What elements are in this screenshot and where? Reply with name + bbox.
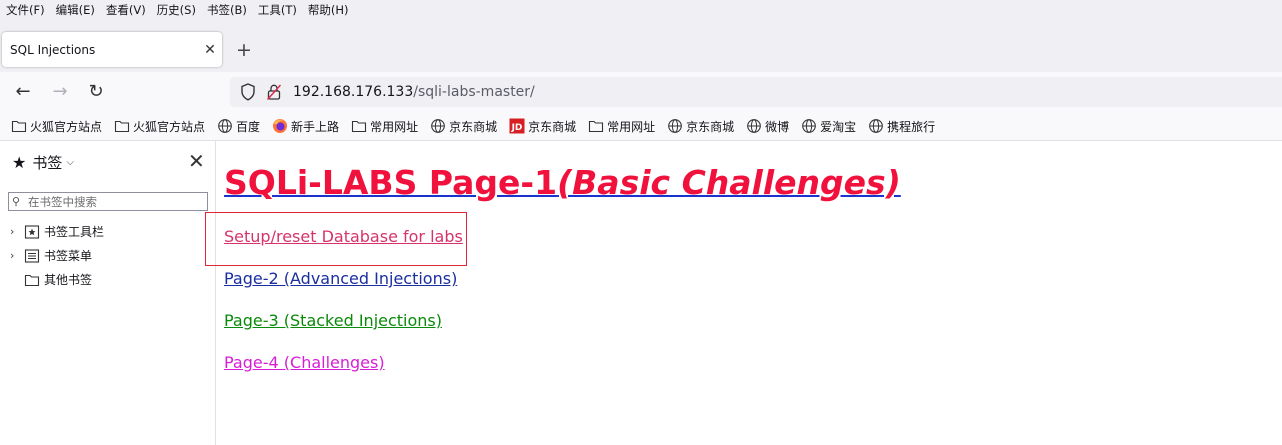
page-4-link[interactable]: Page-4 (Challenges) [224,353,385,372]
bookmark-label: 京东商城 [449,119,498,134]
firefox-icon [272,118,288,134]
bookmark-search-input[interactable]: ⚲ 在书签中搜索 [8,192,208,211]
jd-icon: JD [509,118,525,134]
chevron-down-icon: ⌵ [66,157,74,168]
bookmark-label: 常用网址 [370,119,419,134]
bookmark-menu-icon [24,248,40,264]
tab-title: SQL Injections [10,42,96,57]
heading-main: SQLi-LABS Page-1 [224,163,558,202]
menu-bookmarks[interactable]: 书签(B) [201,2,252,18]
heading-italic: (Basic Challenges) [557,163,901,202]
bookmark-label: 微博 [765,119,790,134]
bookmark-item[interactable]: 常用网址 [351,118,418,135]
bookmark-label: 火狐官方站点 [30,119,103,134]
chevron-right-icon[interactable]: › [10,249,24,262]
insecure-lock-icon[interactable] [266,83,282,101]
back-button[interactable]: ← [11,81,35,103]
shield-icon[interactable] [240,83,256,101]
bookmark-item[interactable]: JD 京东商城 [509,118,576,135]
bookmark-label: 常用网址 [607,119,656,134]
page-3-link[interactable]: Page-3 (Stacked Injections) [224,311,442,330]
bookmark-label: 百度 [236,119,261,134]
bookmark-label: 火狐官方站点 [133,119,206,134]
bookmarks-sidebar: ★ 书签 ⌵ ✕ ⚲ 在书签中搜索 › 书签工具栏 › 书签菜单 其他书签 [0,141,216,445]
forward-button[interactable]: → [48,81,72,103]
bookmark-label: 京东商城 [686,119,735,134]
sidebar-item-menu[interactable]: › 书签菜单 [10,247,92,264]
menu-bar: 文件(F) 编辑(E) 查看(V) 历史(S) 书签(B) 工具(T) 帮助(H… [0,0,1282,20]
globe-icon [667,118,683,134]
bookmark-label: 新手上路 [291,119,340,134]
globe-icon [217,118,233,134]
bookmark-item[interactable]: 携程旅行 [868,118,935,135]
bookmark-item[interactable]: 爱淘宝 [801,118,856,135]
url-host: 192.168.176.133 [293,84,414,100]
tab-strip: SQL Injections ✕ + [0,20,1282,72]
menu-history[interactable]: 历史(S) [151,2,201,18]
close-sidebar-icon[interactable]: ✕ [188,149,205,173]
navigation-bar: ← → ↻ 192.168.176.133/sqli-labs-master/ [0,72,1282,112]
folder-icon [114,118,130,134]
bookmark-item[interactable]: 火狐官方站点 [114,118,205,135]
bookmark-item[interactable]: 京东商城 [667,118,734,135]
globe-icon [868,118,884,134]
bookmark-item[interactable]: 常用网址 [588,118,655,135]
bookmark-item[interactable]: 京东商城 [430,118,497,135]
globe-icon [746,118,762,134]
new-tab-button[interactable]: + [234,39,254,61]
svg-text:JD: JD [511,123,523,133]
folder-icon [351,118,367,134]
folder-icon [24,272,40,288]
star-icon: ★ [12,153,27,172]
page-heading[interactable]: SQLi-LABS Page-1(Basic Challenges) [224,163,901,202]
bookmark-item[interactable]: 火狐官方站点 [11,118,102,135]
reload-button[interactable]: ↻ [84,81,108,103]
bookmark-toolbar-icon [24,224,40,240]
sidebar-title: 书签 [32,154,63,172]
search-icon: ⚲ [12,195,21,208]
folder-icon [588,118,604,134]
menu-view[interactable]: 查看(V) [100,2,151,18]
url-text[interactable]: 192.168.176.133/sqli-labs-master/ [293,84,535,100]
menu-file[interactable]: 文件(F) [0,2,50,18]
sidebar-item-toolbar[interactable]: › 书签工具栏 [10,223,104,240]
sidebar-item-label: 书签菜单 [44,249,93,263]
tab-sql-injections[interactable]: SQL Injections ✕ [2,32,222,67]
bookmark-item[interactable]: 微博 [746,118,789,135]
sidebar-item-label: 书签工具栏 [44,225,105,239]
page-2-link[interactable]: Page-2 (Advanced Injections) [224,269,457,288]
close-tab-icon[interactable]: ✕ [198,42,222,58]
bookmark-label: 携程旅行 [887,119,936,134]
globe-icon [430,118,446,134]
folder-icon [11,118,27,134]
bookmark-item[interactable]: 新手上路 [272,118,339,135]
bookmarks-toolbar: 火狐官方站点 火狐官方站点 百度 新手上路 常用网址 京东商城 JD 京东商城 … [0,112,1282,141]
menu-edit[interactable]: 编辑(E) [50,2,100,18]
page-content: SQLi-LABS Page-1(Basic Challenges) Setup… [205,141,1282,445]
sidebar-switcher[interactable]: ★ 书签 ⌵ [12,152,74,173]
sidebar-item-label: 其他书签 [44,273,93,287]
bookmark-item[interactable]: 百度 [217,118,260,135]
url-bar[interactable]: 192.168.176.133/sqli-labs-master/ [230,77,1282,107]
sidebar-item-other[interactable]: 其他书签 [10,271,92,288]
chevron-right-icon[interactable]: › [10,225,24,238]
search-placeholder: 在书签中搜索 [28,195,97,209]
bookmark-label: 爱淘宝 [820,119,857,134]
globe-icon [801,118,817,134]
menu-help[interactable]: 帮助(H) [302,2,354,18]
setup-db-link[interactable]: Setup/reset Database for labs [224,227,463,246]
bookmark-label: 京东商城 [528,119,577,134]
url-path: /sqli-labs-master/ [413,84,535,100]
menu-tools[interactable]: 工具(T) [252,2,302,18]
